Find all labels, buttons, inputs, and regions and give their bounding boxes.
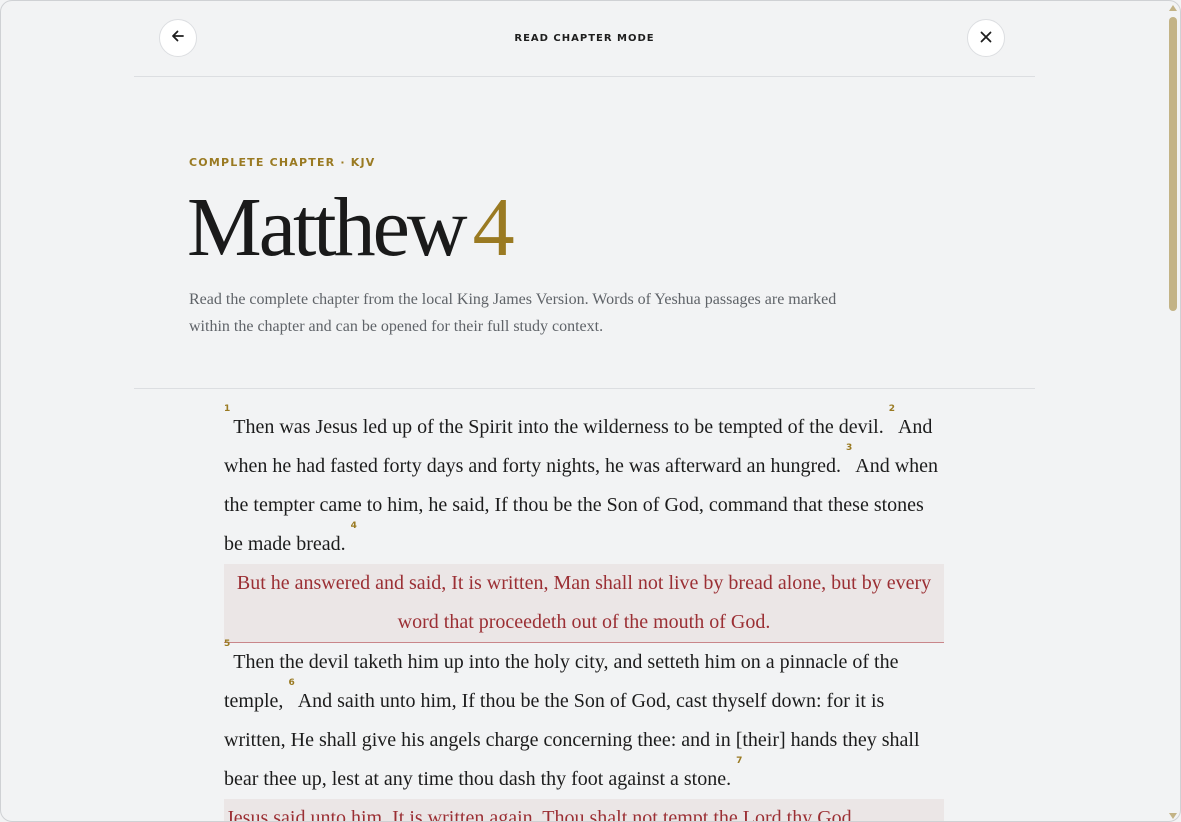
- chapter-eyebrow: COMPLETE CHAPTER · KJV: [189, 156, 376, 169]
- close-icon: [979, 29, 993, 48]
- verse-number: 4: [350, 521, 357, 531]
- chapter-text: 1Then was Jesus led up of the Spirit int…: [224, 405, 944, 821]
- verse-group-1-4: 1Then was Jesus led up of the Spirit int…: [224, 405, 944, 564]
- verse-number: 5: [224, 639, 231, 649]
- scrollbar[interactable]: [1166, 1, 1180, 821]
- chapter-title: Matthew4: [187, 179, 515, 276]
- verse-group-5-7: 5Then the devil taketh him up into the h…: [224, 640, 944, 799]
- verse-number: 6: [288, 678, 295, 688]
- verse-number: 2: [888, 404, 895, 414]
- verse-number: 1: [224, 404, 231, 414]
- verse-text: Then was Jesus led up of the Spirit into…: [233, 416, 884, 438]
- mode-title: READ CHAPTER MODE: [514, 33, 655, 44]
- words-of-yeshua-passage[interactable]: Jesus said unto him, It is written again…: [224, 799, 944, 821]
- chapter-intro: Read the complete chapter from the local…: [189, 291, 837, 335]
- scroll-down-arrow-icon[interactable]: [1169, 813, 1177, 819]
- book-name: Matthew: [187, 181, 468, 274]
- verse-number: 3: [846, 443, 853, 453]
- section-divider: [134, 388, 1035, 389]
- words-of-yeshua-passage[interactable]: But he answered and said, It is written,…: [224, 564, 944, 643]
- verse-number: 7: [736, 756, 743, 766]
- verse-text: And saith unto him, If thou be the Son o…: [224, 690, 920, 790]
- close-button[interactable]: [967, 19, 1005, 57]
- scrollbar-thumb[interactable]: [1169, 17, 1177, 311]
- scroll-up-arrow-icon[interactable]: [1169, 5, 1177, 11]
- reader-window: READ CHAPTER MODE COMPLETE CHAPTER · KJV…: [0, 0, 1181, 822]
- top-bar: READ CHAPTER MODE: [134, 1, 1035, 77]
- chapter-number: 4: [472, 181, 515, 274]
